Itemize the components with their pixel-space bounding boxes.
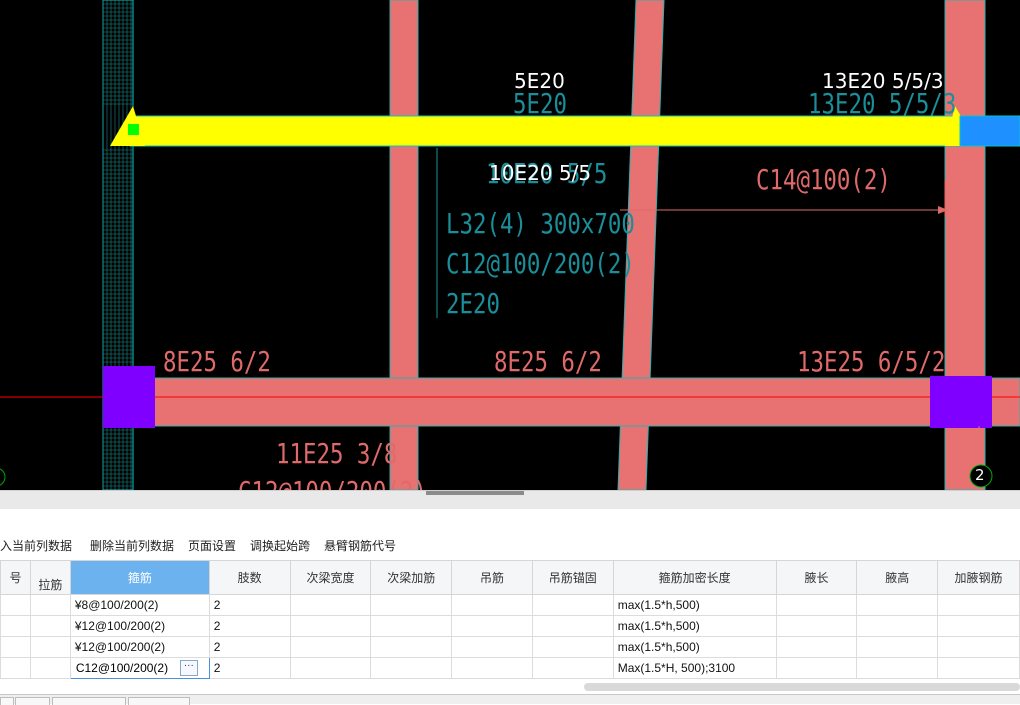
stirrup-input[interactable] xyxy=(71,661,180,675)
col-header-haunch-rebar[interactable]: 加腋钢筋 xyxy=(937,560,1020,595)
column-right[interactable] xyxy=(930,376,992,428)
label-beam-name: L32(4) 300x700 xyxy=(446,207,635,240)
stirrup-cell[interactable]: ¥12@100/200(2) xyxy=(69,615,210,637)
label-13e25: 13E25 6/5/2 xyxy=(797,345,946,378)
col-header-haunch-height[interactable]: 腋高 xyxy=(856,560,939,595)
label-beam-top: 2E20 xyxy=(446,287,500,320)
dense-length-cell[interactable]: max(1.5*h,500) xyxy=(612,615,777,637)
swap-start-span-button[interactable]: 调换起始跨 xyxy=(250,537,310,554)
label-10e20: 10E20 5/5 xyxy=(489,161,592,185)
legs-cell[interactable]: 2 xyxy=(208,636,291,658)
ellipsis-icon[interactable]: ··· xyxy=(179,660,198,676)
stirrup-edit-cell[interactable]: ··· xyxy=(69,657,210,679)
col-header-secondary-rebar[interactable]: 次梁加筋 xyxy=(370,560,453,595)
horizontal-beam-lower[interactable] xyxy=(103,377,1020,427)
horizontal-scrollbar[interactable] xyxy=(584,683,1020,691)
col-header-legs[interactable]: 肢数 xyxy=(208,560,291,595)
label-5e20: 5E20 xyxy=(514,69,565,93)
label-c12-cut: C12@100/200(2) xyxy=(238,478,427,491)
col-header-stirrup[interactable]: 箍筋 xyxy=(69,560,210,595)
legs-cell[interactable]: 2 xyxy=(208,657,291,679)
col-header-hanger-anchor[interactable]: 吊筋锚固 xyxy=(531,560,614,595)
col-header-tie[interactable]: 拉筋 xyxy=(29,560,71,595)
label-11e25: 11E25 3/8 xyxy=(276,437,398,470)
cad-drawing-canvas[interactable]: 5E20 5E20 13E20 5/5/3 13E20 5/5/3 10E20 … xyxy=(0,0,1020,490)
column-left[interactable] xyxy=(103,366,155,428)
table-row[interactable]: ¥12@100/200(2) 2 max(1.5*h,500) xyxy=(0,636,1020,658)
legs-cell[interactable]: 2 xyxy=(208,594,291,616)
col-header-haunch-length[interactable]: 腋长 xyxy=(775,560,858,595)
splitter-grip[interactable] xyxy=(426,491,524,495)
rebar-table[interactable]: 号 拉筋 箍筋 肢数 次梁宽度 次梁加筋 吊筋 吊筋锚固 箍筋加密长度 腋长 腋… xyxy=(0,560,1020,679)
bottom-tab[interactable] xyxy=(52,697,126,705)
axis-label-2: 2 xyxy=(975,466,985,484)
label-beam-stirrup: C12@100/200(2) xyxy=(446,247,635,280)
dense-length-cell[interactable]: max(1.5*h,500) xyxy=(612,636,777,658)
dense-length-cell[interactable]: max(1.5*h,500) xyxy=(612,594,777,616)
label-5e20-shadow: 5E20 xyxy=(513,87,567,120)
delete-column-button[interactable]: 删除当前列数据 xyxy=(90,537,174,554)
bottom-tab[interactable] xyxy=(128,697,190,705)
stirrup-cell[interactable]: ¥8@100/200(2) xyxy=(69,594,210,616)
label-8e25-left: 8E25 6/2 xyxy=(163,345,271,378)
table-toolbar: 入当前列数据 删除当前列数据 页面设置 调换起始跨 悬臂钢筋代号 xyxy=(0,531,1020,557)
label-8e25-mid: 8E25 6/2 xyxy=(494,345,602,378)
panel-splitter[interactable] xyxy=(0,490,1020,509)
insert-column-button[interactable]: 入当前列数据 xyxy=(0,537,72,554)
cantilever-code-button[interactable]: 悬臂钢筋代号 xyxy=(324,537,396,554)
table-row[interactable]: ··· 2 Max(1.5*H, 500);3100 xyxy=(0,657,1020,679)
col-header-number[interactable]: 号 xyxy=(0,560,31,595)
bottom-tab[interactable] xyxy=(15,697,50,705)
table-row[interactable]: ¥8@100/200(2) 2 max(1.5*h,500) xyxy=(0,594,1020,616)
table-row[interactable]: ¥12@100/200(2) 2 max(1.5*h,500) xyxy=(0,615,1020,637)
blue-beam-segment[interactable] xyxy=(959,115,1020,147)
col-header-hanger[interactable]: 吊筋 xyxy=(451,560,533,595)
legs-cell[interactable]: 2 xyxy=(208,615,291,637)
bottom-tab[interactable] xyxy=(0,697,14,705)
col-header-dense-length[interactable]: 箍筋加密长度 xyxy=(612,560,777,595)
selected-beam[interactable] xyxy=(129,115,961,147)
col-header-secondary-width[interactable]: 次梁宽度 xyxy=(289,560,372,595)
stirrup-cell[interactable]: ¥12@100/200(2) xyxy=(69,636,210,658)
dense-length-cell[interactable]: Max(1.5*H, 500);3100 xyxy=(612,657,777,679)
label-13e20: 13E20 5/5/3 xyxy=(822,69,944,93)
page-setup-button[interactable]: 页面设置 xyxy=(188,537,236,554)
label-c14: C14@100(2) xyxy=(756,163,891,196)
label-13e20-shadow: 13E20 5/5/3 xyxy=(808,87,957,120)
